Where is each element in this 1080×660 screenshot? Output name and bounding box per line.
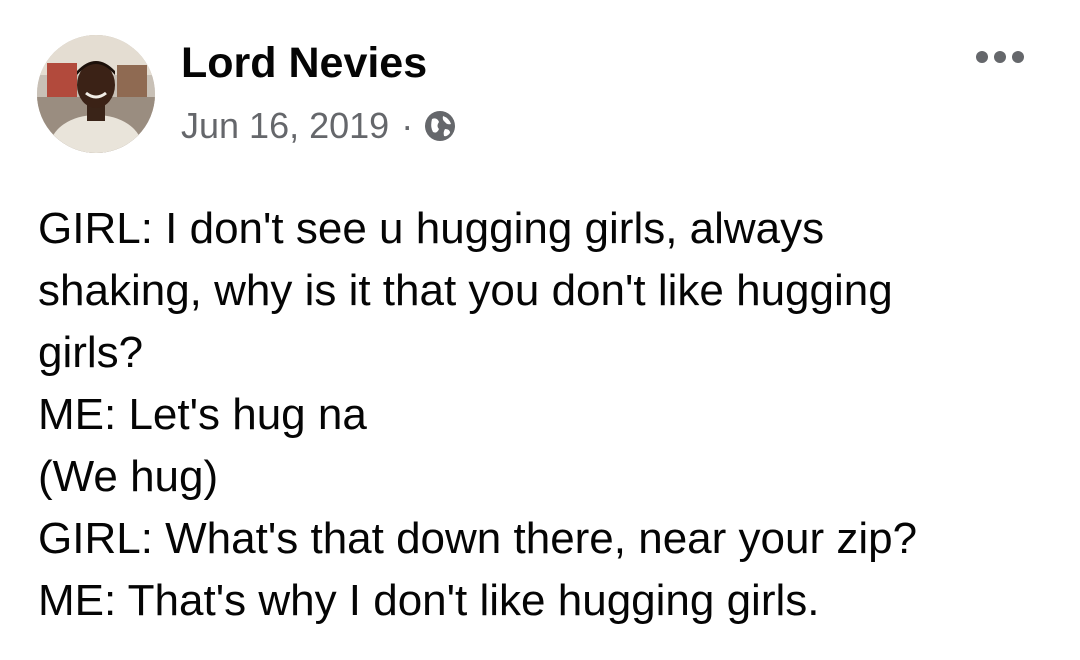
- avatar-photo: [37, 35, 155, 153]
- post-text: GIRL: I don't see u hugging girls, alway…: [38, 198, 1048, 632]
- author-name[interactable]: Lord Nevies: [181, 36, 427, 90]
- meta-separator: ·: [401, 105, 414, 146]
- post-text-line: GIRL: What's that down there, near your …: [38, 514, 918, 563]
- avatar[interactable]: [37, 35, 155, 153]
- globe-icon[interactable]: [423, 109, 457, 143]
- more-options-icon[interactable]: [968, 40, 1032, 74]
- post-text-line: shaking, why is it that you don't like h…: [38, 266, 893, 315]
- post-text-line: (We hug): [38, 452, 219, 501]
- post-meta: Jun 16, 2019 ·: [181, 104, 457, 148]
- post-text-line: GIRL: I don't see u hugging girls, alway…: [38, 204, 825, 253]
- post-text-line: girls?: [38, 328, 144, 377]
- post-text-line: ME: Let's hug na: [38, 390, 367, 439]
- post-date[interactable]: Jun 16, 2019: [181, 105, 389, 147]
- post-text-line: ME: That's why I don't like hugging girl…: [38, 576, 820, 625]
- facebook-post: Lord Nevies Jun 16, 2019 · GIRL: I don't…: [0, 0, 1080, 660]
